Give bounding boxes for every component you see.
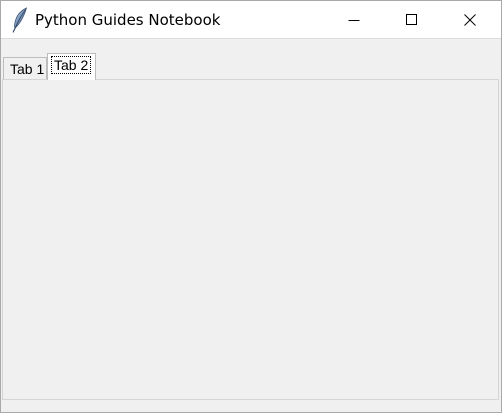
notebook-tab-content xyxy=(2,79,499,400)
close-button[interactable] xyxy=(447,1,493,38)
window-title: Python Guides Notebook xyxy=(35,11,221,29)
title-bar[interactable]: Python Guides Notebook xyxy=(1,1,501,39)
app-window: Python Guides Notebook Tab 1 Tab 2 xyxy=(0,0,502,413)
feather-icon[interactable] xyxy=(11,7,29,33)
tab-2[interactable]: Tab 2 xyxy=(47,53,96,80)
tab-2-label: Tab 2 xyxy=(50,56,92,74)
maximize-icon xyxy=(406,13,418,26)
minimize-button[interactable] xyxy=(331,1,377,38)
window-client-area: Tab 1 Tab 2 xyxy=(1,39,501,412)
close-icon xyxy=(464,13,476,26)
minimize-icon xyxy=(348,14,360,26)
maximize-button[interactable] xyxy=(389,1,435,38)
tab-1[interactable]: Tab 1 xyxy=(3,57,47,79)
tab-1-label: Tab 1 xyxy=(10,61,45,77)
